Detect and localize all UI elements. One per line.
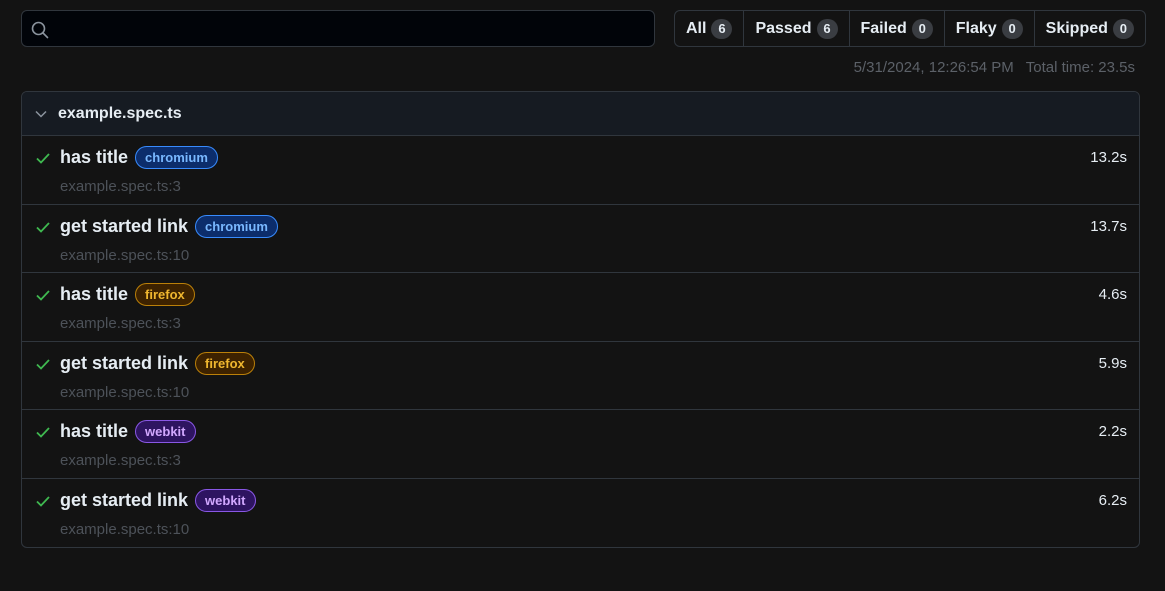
filter-count: 0 <box>1001 18 1023 39</box>
filter-count: 0 <box>911 18 933 39</box>
check-icon <box>36 153 50 164</box>
check-icon <box>36 290 50 301</box>
project-badge[interactable]: firefox <box>135 283 195 306</box>
test-location: example.spec.ts:3 <box>60 315 181 332</box>
filter-count: 6 <box>711 18 733 39</box>
test-title-line: has title webkit <box>60 420 196 443</box>
test-duration: 2.2s <box>1098 423 1127 440</box>
file-title: example.spec.ts <box>58 104 182 122</box>
report-meta: 5/31/2024, 12:26:54 PM Total time: 23.5s <box>854 59 1135 76</box>
test-title[interactable]: get started link <box>60 216 188 237</box>
total-time: Total time: 23.5s <box>1025 59 1135 76</box>
test-location: example.spec.ts:10 <box>60 383 190 401</box>
project-badge[interactable]: chromium <box>195 214 278 238</box>
filter-label: Failed <box>860 19 907 37</box>
test-title-line: get started link chromium <box>60 214 278 238</box>
test-location: example.spec.ts:3 <box>60 452 181 469</box>
file-header[interactable]: example.spec.ts <box>22 92 1139 136</box>
filter-skipped[interactable]: Skipped 0 <box>1033 11 1145 46</box>
filter-failed[interactable]: Failed 0 <box>848 11 944 46</box>
project-badge[interactable]: chromium <box>135 146 218 169</box>
test-row[interactable]: has title firefox example.spec.ts:3 4.6s <box>22 273 1139 342</box>
check-icon <box>36 427 50 438</box>
filter-label: Skipped <box>1045 19 1108 37</box>
test-row[interactable]: has title webkit example.spec.ts:3 2.2s <box>22 410 1139 479</box>
search-box[interactable] <box>21 10 655 47</box>
filter-label: Flaky <box>955 19 997 37</box>
search-icon <box>31 21 49 39</box>
filter-count: 0 <box>1112 18 1134 39</box>
test-location: example.spec.ts:3 <box>60 178 181 195</box>
filter-flaky[interactable]: Flaky 0 <box>943 11 1034 46</box>
status-filters: All 6 Passed 6 Failed 0 Flaky 0 Skipped … <box>674 10 1146 47</box>
test-title-line: has title firefox <box>60 283 195 306</box>
test-duration: 13.7s <box>1090 217 1127 235</box>
test-duration: 5.9s <box>1098 354 1127 372</box>
filter-label: All <box>686 19 707 37</box>
chevron-down-icon <box>35 110 47 118</box>
filter-count: 6 <box>816 18 838 39</box>
test-location: example.spec.ts:10 <box>60 520 190 538</box>
filter-label: Passed <box>755 19 812 37</box>
test-title-line: get started link firefox <box>60 351 255 375</box>
project-badge[interactable]: webkit <box>195 488 256 512</box>
test-title[interactable]: has title <box>60 284 128 305</box>
file-group: example.spec.ts has title chromium examp… <box>21 91 1140 548</box>
test-list: has title chromium example.spec.ts:3 13.… <box>22 136 1139 547</box>
check-icon <box>36 221 50 233</box>
search-input[interactable] <box>58 11 648 46</box>
test-duration: 4.6s <box>1098 286 1127 303</box>
report-timestamp: 5/31/2024, 12:26:54 PM <box>853 59 1014 76</box>
check-icon <box>36 495 50 507</box>
test-title-line: get started link webkit <box>60 488 256 512</box>
test-row[interactable]: get started link webkit example.spec.ts:… <box>22 479 1139 548</box>
test-title[interactable]: get started link <box>60 490 188 511</box>
test-row[interactable]: has title chromium example.spec.ts:3 13.… <box>22 136 1139 205</box>
test-duration: 13.2s <box>1090 149 1127 166</box>
project-badge[interactable]: firefox <box>195 351 255 375</box>
test-row[interactable]: get started link firefox example.spec.ts… <box>22 342 1139 410</box>
test-duration: 6.2s <box>1098 491 1127 509</box>
test-title[interactable]: has title <box>60 421 128 442</box>
filter-all[interactable]: All 6 <box>675 11 743 46</box>
test-title[interactable]: get started link <box>60 353 188 374</box>
test-title-line: has title chromium <box>60 146 218 169</box>
check-icon <box>36 358 50 370</box>
test-row[interactable]: get started link chromium example.spec.t… <box>22 205 1139 273</box>
project-badge[interactable]: webkit <box>135 420 196 443</box>
test-location: example.spec.ts:10 <box>60 246 190 264</box>
test-title[interactable]: has title <box>60 147 128 168</box>
filter-passed[interactable]: Passed 6 <box>743 11 848 46</box>
